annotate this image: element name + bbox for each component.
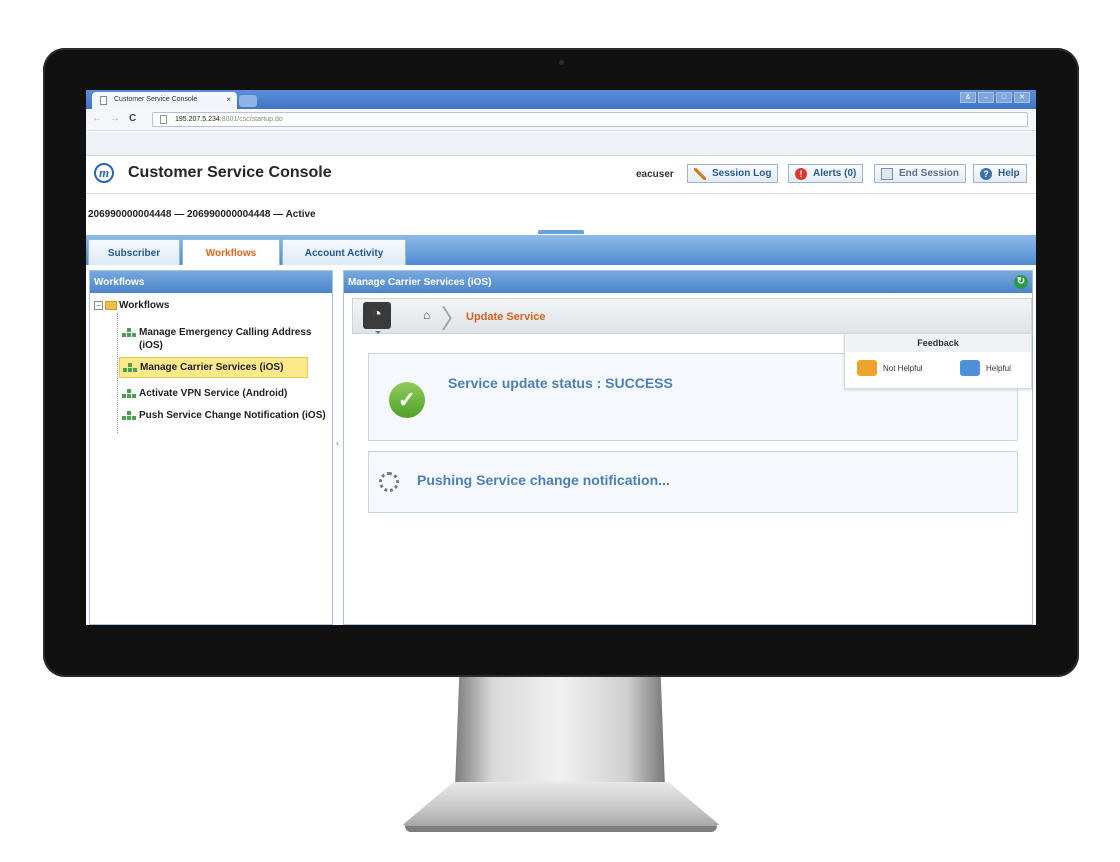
feedback-title: Feedback: [845, 334, 1031, 352]
help-label: Help: [998, 168, 1020, 179]
workflow-icon: [123, 363, 138, 372]
folder-icon: [105, 300, 117, 310]
panel-splitter[interactable]: ‹: [335, 270, 343, 625]
browser-tab-title: Customer Service Console: [114, 96, 198, 103]
feedback-widget: Feedback Not Helpful Helpful: [844, 333, 1032, 389]
subscriber-info: 206990000004448 — 206990000004448 — Acti…: [88, 209, 316, 220]
helpful-button[interactable]: Helpful: [960, 360, 1011, 376]
workflow-icon: [122, 411, 137, 420]
help-icon: ?: [980, 168, 992, 180]
tree-item-label: Push Service Change Notification (iOS): [139, 410, 326, 421]
tree-root[interactable]: − Workflows: [94, 300, 169, 311]
collapse-left-icon[interactable]: ‹: [336, 438, 339, 448]
collapse-grip[interactable]: [538, 230, 584, 234]
tree-item-vpn-service[interactable]: Activate VPN Service (Android): [119, 387, 287, 400]
page-icon: [160, 115, 167, 124]
tab-subscriber[interactable]: Subscriber: [88, 239, 180, 265]
browser-tab[interactable]: Customer Service Console ×: [92, 92, 237, 109]
forward-icon[interactable]: →: [110, 113, 120, 124]
home-icon[interactable]: ⌂: [423, 308, 430, 322]
user-icon[interactable]: &: [960, 92, 976, 103]
detail-panel-title: Manage Carrier Services (iOS): [348, 277, 492, 288]
tree-item-label: Manage Emergency Calling Address (iOS): [139, 327, 312, 351]
camera-dot: [559, 60, 564, 65]
tab-workflows[interactable]: Workflows: [182, 239, 280, 265]
helpful-label: Helpful: [986, 364, 1011, 373]
refresh-icon[interactable]: ↻: [1014, 275, 1028, 289]
workflow-detail-panel: Manage Carrier Services (iOS) ↻ ◔ ⌂ 〉 Up…: [343, 270, 1033, 625]
tree-item-label: Manage Carrier Services (iOS): [140, 362, 284, 373]
end-session-label: End Session: [899, 168, 960, 179]
page-top-band: [86, 132, 1036, 156]
monitor-stand-base: [403, 782, 719, 832]
minimize-icon[interactable]: –: [978, 92, 994, 103]
end-session-icon: [881, 168, 893, 180]
thumbs-up-icon: [960, 360, 980, 376]
app-header: m Customer Service Console eacuser Sessi…: [86, 156, 1036, 194]
session-log-button[interactable]: Session Log: [687, 164, 779, 183]
pencil-icon: [694, 168, 706, 180]
detail-panel-header: Manage Carrier Services (iOS) ↻: [344, 271, 1032, 293]
not-helpful-button[interactable]: Not Helpful: [857, 360, 923, 376]
workflow-icon: [122, 389, 137, 398]
history-icon[interactable]: ◔: [363, 302, 391, 334]
tree-root-label: Workflows: [119, 300, 170, 311]
url-host: 195.207.5.234: [175, 116, 220, 123]
subscriber-bar: 206990000004448 — 206990000004448 — Acti…: [86, 195, 1036, 235]
alert-icon: !: [795, 168, 807, 180]
spinner-icon: [379, 472, 399, 492]
collapse-icon[interactable]: −: [94, 300, 103, 310]
tree-item-carrier-services[interactable]: Manage Carrier Services (iOS): [119, 357, 309, 378]
breadcrumb-current: Update Service: [466, 311, 546, 323]
breadcrumb-separator: 〉: [441, 304, 468, 334]
thumbs-down-icon: [857, 360, 877, 376]
username: eacuser: [636, 169, 674, 180]
window-controls: & – □ ✕: [960, 92, 1030, 103]
monitor-stand-lip: [405, 826, 717, 832]
breadcrumb: ◔ ⌂ 〉 Update Service: [352, 298, 1032, 334]
progress-card: Pushing Service change notification...: [368, 451, 1018, 513]
workflows-panel: Workflows − Workflows Manage Emergency Ca…: [89, 270, 333, 625]
alerts-label: Alerts (0): [813, 168, 857, 179]
close-tab-icon[interactable]: ×: [226, 95, 231, 104]
tree-item-label: Activate VPN Service (Android): [139, 388, 288, 399]
close-window-icon[interactable]: ✕: [1014, 92, 1030, 103]
tab-account-activity[interactable]: Account Activity: [282, 239, 406, 265]
screen: Customer Service Console × & – □ ✕ ← → C…: [86, 90, 1036, 625]
alerts-button[interactable]: ! Alerts (0): [788, 164, 864, 183]
status-message: Service update status : SUCCESS: [448, 375, 673, 391]
app-logo: m: [94, 163, 114, 183]
tree-item-push-notification[interactable]: Push Service Change Notification (iOS): [119, 409, 326, 422]
browser-toolbar: ← → C 195.207.5.234:8001/csc/startup.do: [86, 109, 1036, 131]
workflow-icon: [122, 328, 137, 337]
workflows-panel-title: Workflows: [90, 271, 332, 293]
monitor-stand-neck: [455, 677, 665, 787]
check-icon: ✓: [389, 382, 425, 418]
browser-tabstrip: Customer Service Console × & – □ ✕: [86, 90, 1036, 109]
new-tab-button[interactable]: [239, 95, 257, 107]
maximize-icon[interactable]: □: [996, 92, 1012, 103]
tree-connector: [117, 313, 118, 433]
url-path: :8001/csc/startup.do: [219, 116, 283, 123]
back-icon[interactable]: ←: [92, 113, 102, 124]
page-icon: [100, 96, 107, 105]
session-log-label: Session Log: [712, 168, 772, 179]
address-bar[interactable]: 195.207.5.234:8001/csc/startup.do: [152, 112, 1028, 127]
monitor-mockup: Customer Service Console × & – □ ✕ ← → C…: [0, 0, 1120, 862]
tree-item-emergency-address[interactable]: Manage Emergency Calling Address (iOS): [119, 326, 329, 352]
reload-icon[interactable]: C: [129, 113, 136, 124]
help-button[interactable]: ? Help: [973, 164, 1027, 183]
main-tabs: Subscriber Workflows Account Activity: [86, 235, 1036, 265]
app-title: Customer Service Console: [128, 164, 332, 181]
not-helpful-label: Not Helpful: [883, 364, 923, 373]
end-session-button[interactable]: End Session: [874, 164, 967, 183]
progress-message: Pushing Service change notification...: [417, 472, 670, 488]
